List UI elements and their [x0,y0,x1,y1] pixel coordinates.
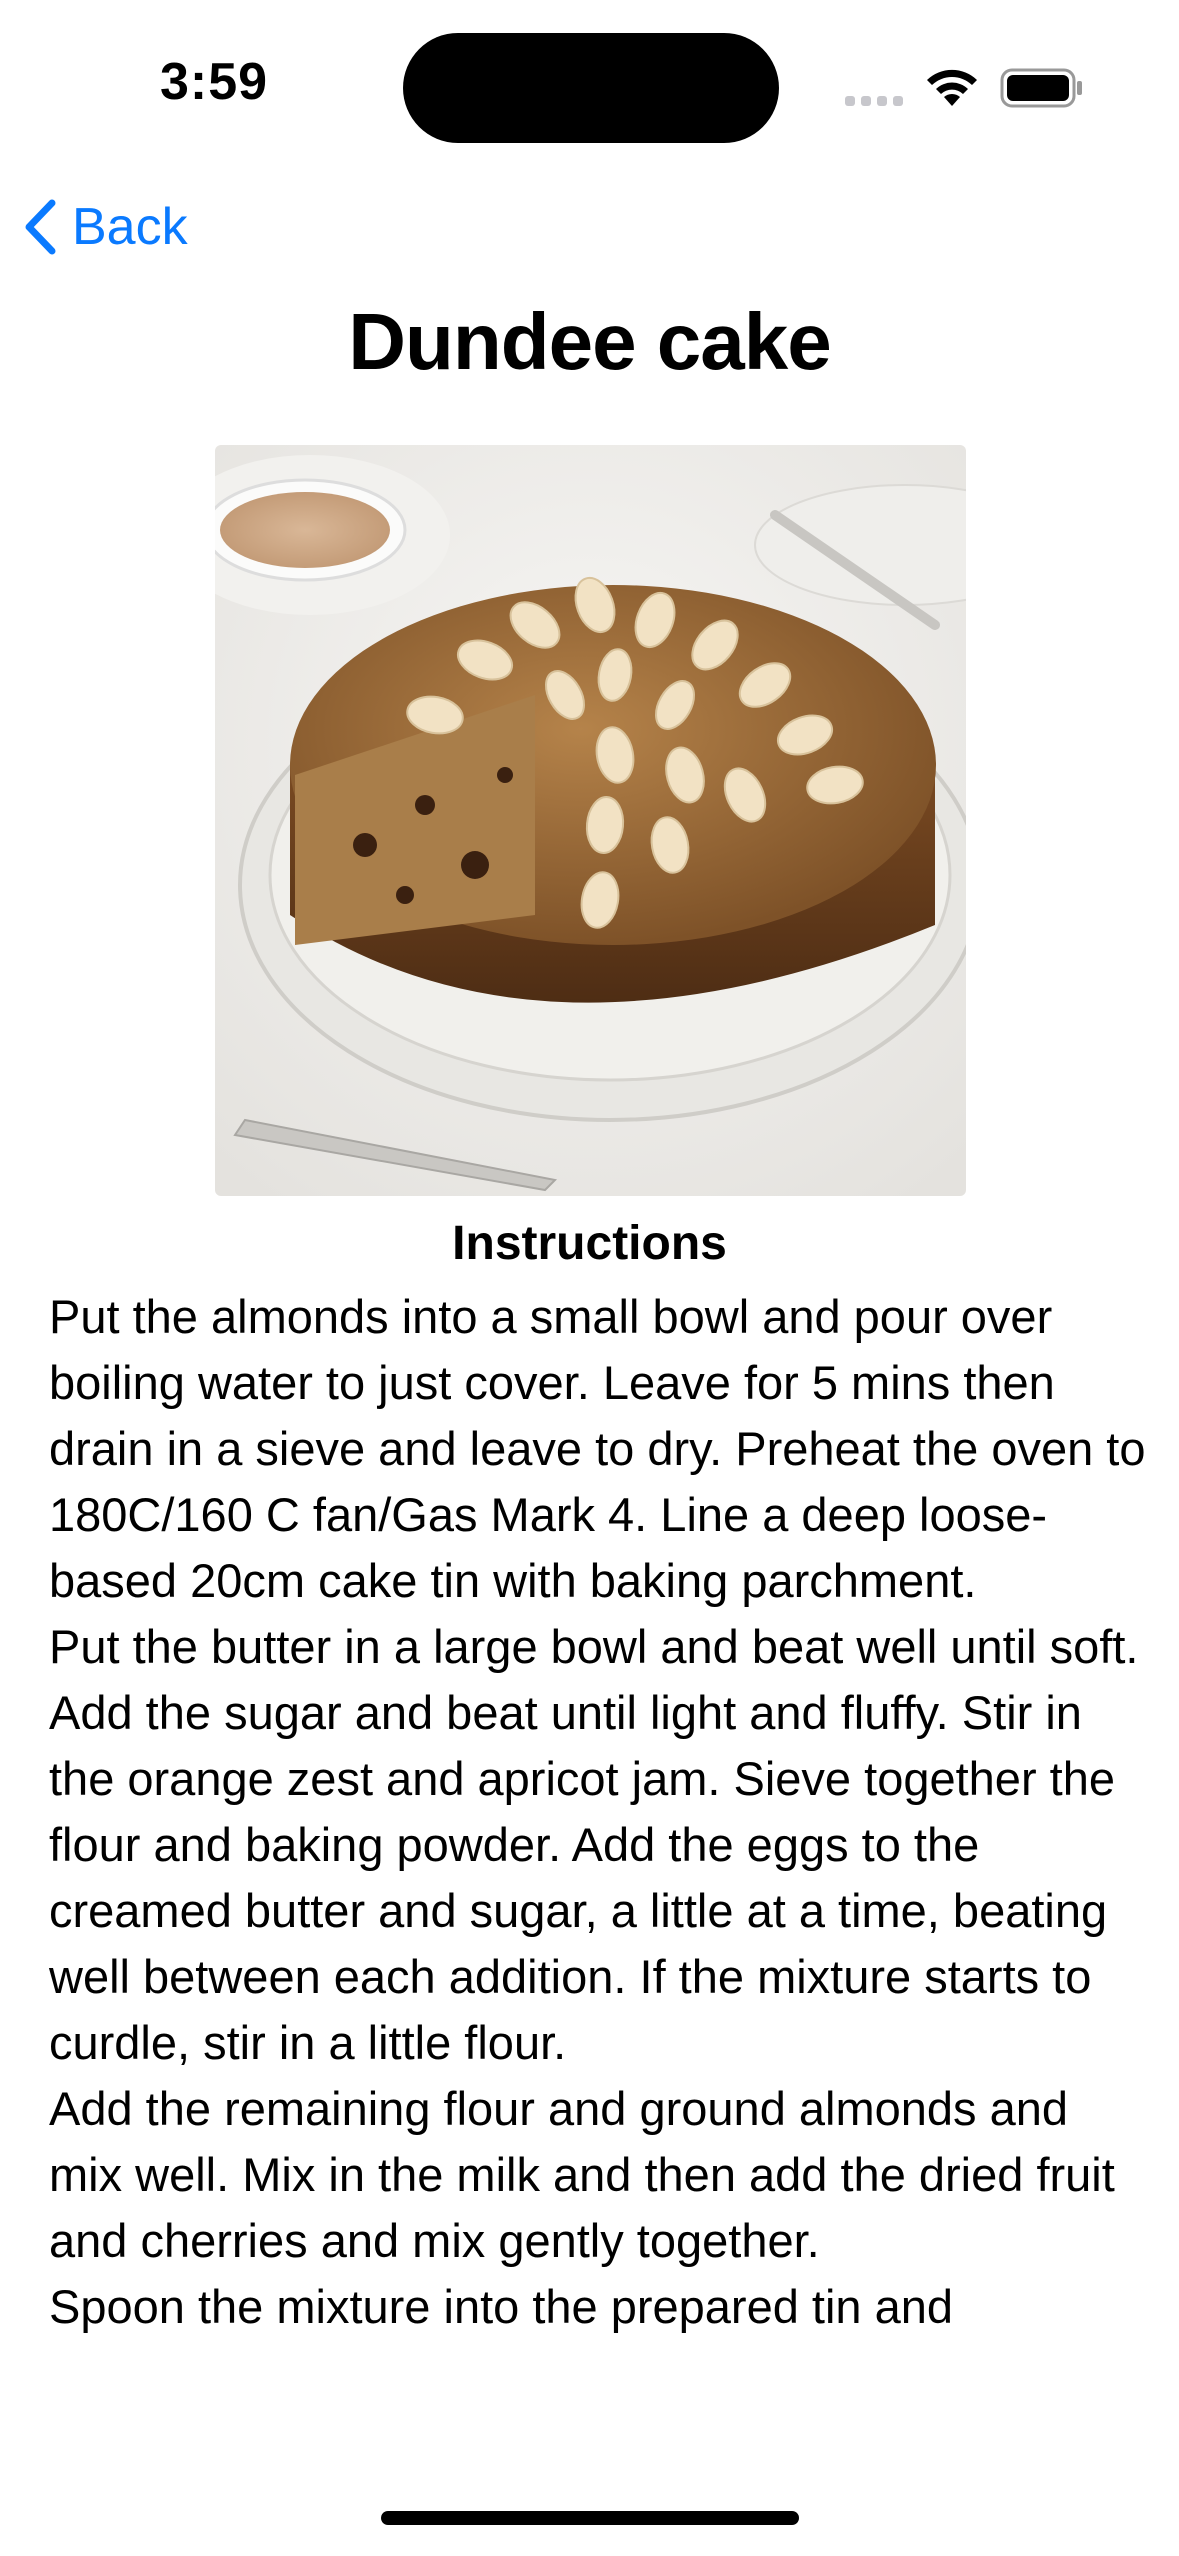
instructions-text: Put the almonds into a small bowl and po… [49,1290,1146,2333]
cellular-signal-icon [845,96,907,106]
chevron-left-icon [25,199,56,255]
back-button[interactable]: Back [22,192,188,262]
status-time: 3:59 [160,53,269,111]
page-title: Dundee cake [348,297,832,386]
recipe-image [215,445,966,1196]
back-label: Back [72,198,188,256]
status-bar: 3:59 [0,0,1179,150]
wifi-icon [927,69,977,106]
battery-icon [1000,68,1082,108]
instructions-heading: Instructions [452,1217,727,1270]
home-indicator[interactable] [381,2511,799,2525]
dynamic-island [403,33,779,143]
